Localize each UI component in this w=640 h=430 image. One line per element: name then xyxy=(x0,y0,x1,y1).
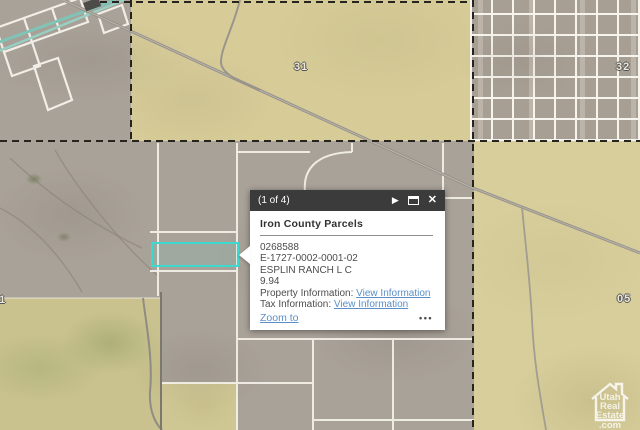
tax-information-row: Tax Information: View Information xyxy=(260,299,433,310)
next-feature-button[interactable]: ▶ xyxy=(392,196,399,205)
acreage-field: 9.94 xyxy=(260,276,433,287)
tax-information-label: Tax Information: xyxy=(260,299,334,310)
close-icon: ✕ xyxy=(428,195,437,206)
dock-popup-button[interactable] xyxy=(408,196,419,205)
parcel-id-field: 0268588 xyxy=(260,242,433,253)
next-arrow-icon: ▶ xyxy=(392,196,399,205)
more-options-button[interactable]: ••• xyxy=(419,313,433,323)
section-label-32: 32 xyxy=(616,61,630,73)
utah-real-estate-watermark: Utah Real Estate .com xyxy=(583,377,637,429)
property-information-label: Property Information: xyxy=(260,288,356,299)
popup-pagination: (1 of 4) xyxy=(258,195,383,206)
section-label-05: 05 xyxy=(617,293,631,305)
popup-callout-arrow xyxy=(239,246,250,264)
close-popup-button[interactable]: ✕ xyxy=(428,195,437,206)
zoom-to-link[interactable]: Zoom to xyxy=(260,312,419,324)
dirt-track-lines xyxy=(0,150,158,292)
property-information-row: Property Information: View Information xyxy=(260,288,433,299)
popup-divider xyxy=(260,235,433,236)
popup-header: (1 of 4) ▶ ✕ xyxy=(250,190,445,211)
section-label-31: 31 xyxy=(294,61,308,73)
popup-body: Iron County Parcels 0268588 E-1727-0002-… xyxy=(250,211,445,330)
popup-title: Iron County Parcels xyxy=(260,218,433,230)
serial-number-field: E-1727-0002-0001-02 xyxy=(260,253,433,264)
tax-information-link[interactable]: View Information xyxy=(334,299,408,310)
popup-footer: Zoom to ••• xyxy=(260,312,433,324)
section-label-01-partial: 01 xyxy=(0,294,6,306)
property-information-link[interactable]: View Information xyxy=(356,288,430,299)
parcel-outlines-topleft xyxy=(0,0,128,110)
owner-name-field: ESPLIN RANCH L C xyxy=(260,265,433,276)
watermark-word-com: .com xyxy=(599,420,621,429)
selected-parcel-highlight[interactable] xyxy=(151,242,239,267)
map-viewport[interactable]: 31 32 05 01 Utah Real Estate .com (1 of … xyxy=(0,0,640,430)
dock-icon xyxy=(408,196,419,205)
parcel-info-popup: (1 of 4) ▶ ✕ Iron County Parcels 0268588… xyxy=(250,190,445,330)
